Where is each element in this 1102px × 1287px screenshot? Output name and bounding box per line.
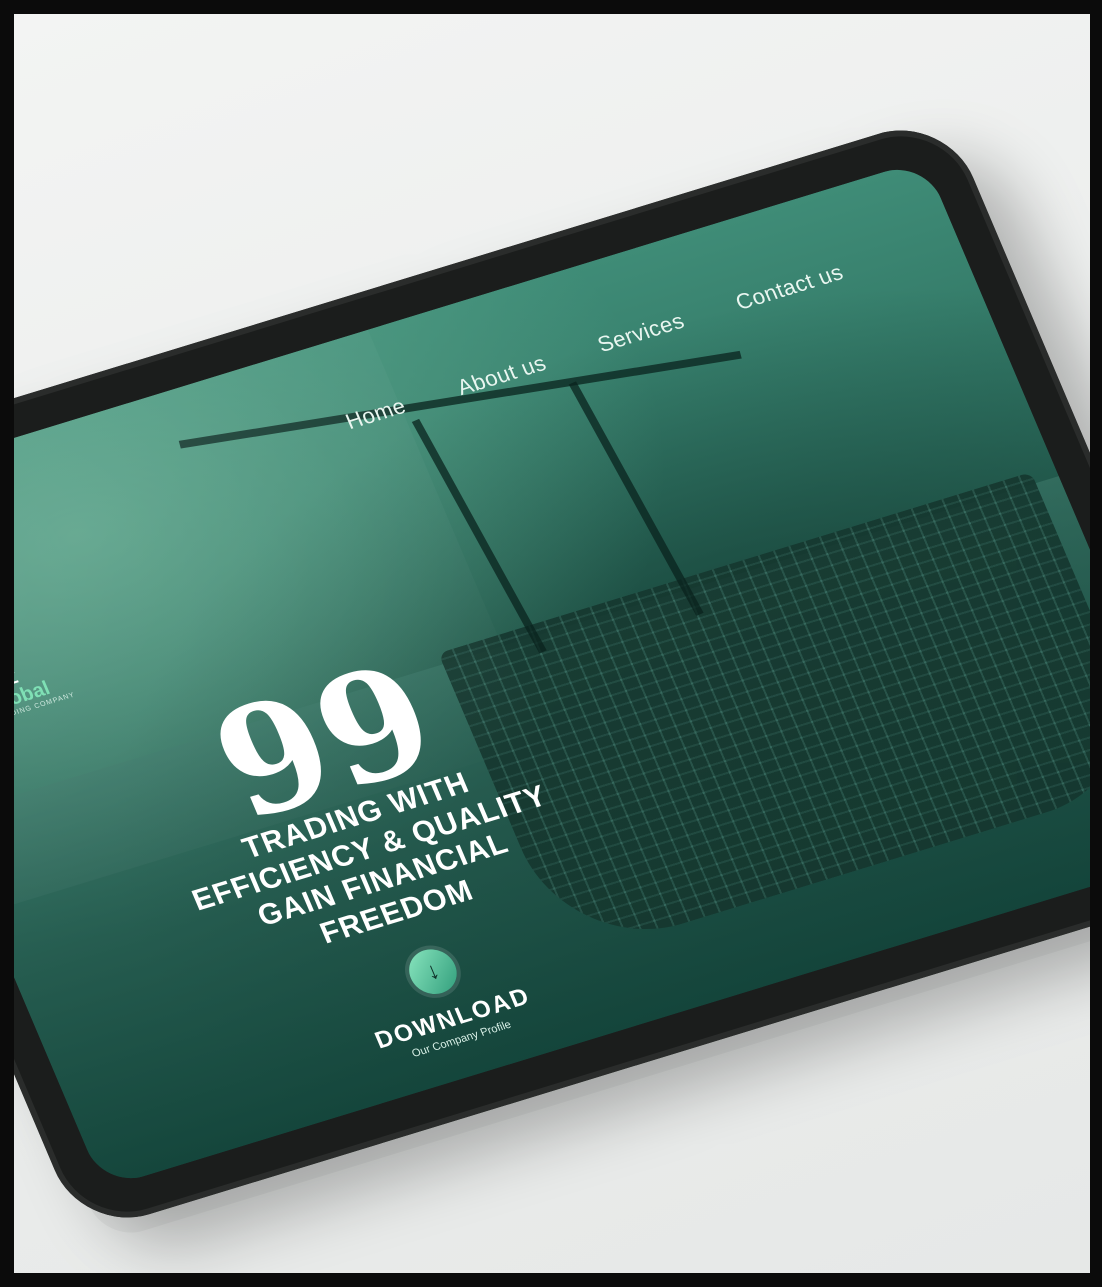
mockup-photo: Home About us Services Contact us B BAZ … [14, 14, 1090, 1273]
main-nav: Home About us Services Contact us [342, 259, 848, 435]
stage: Home About us Services Contact us B BAZ … [0, 0, 1102, 1287]
logo-text: BAZ Global TRADING COMPANY [14, 655, 76, 723]
tablet-device: Home About us Services Contact us B BAZ … [14, 113, 1090, 1243]
tablet-screen: Home About us Services Contact us B BAZ … [14, 159, 1090, 1189]
nav-item-services[interactable]: Services [594, 308, 689, 358]
nav-item-contact-us[interactable]: Contact us [732, 259, 848, 315]
brand-logo[interactable]: B BAZ Global TRADING COMPANY [14, 655, 76, 738]
nav-item-home[interactable]: Home [342, 393, 410, 435]
crane-leg [568, 381, 704, 616]
crane-leg [411, 418, 547, 654]
tablet-bezel: Home About us Services Contact us B BAZ … [14, 113, 1090, 1235]
